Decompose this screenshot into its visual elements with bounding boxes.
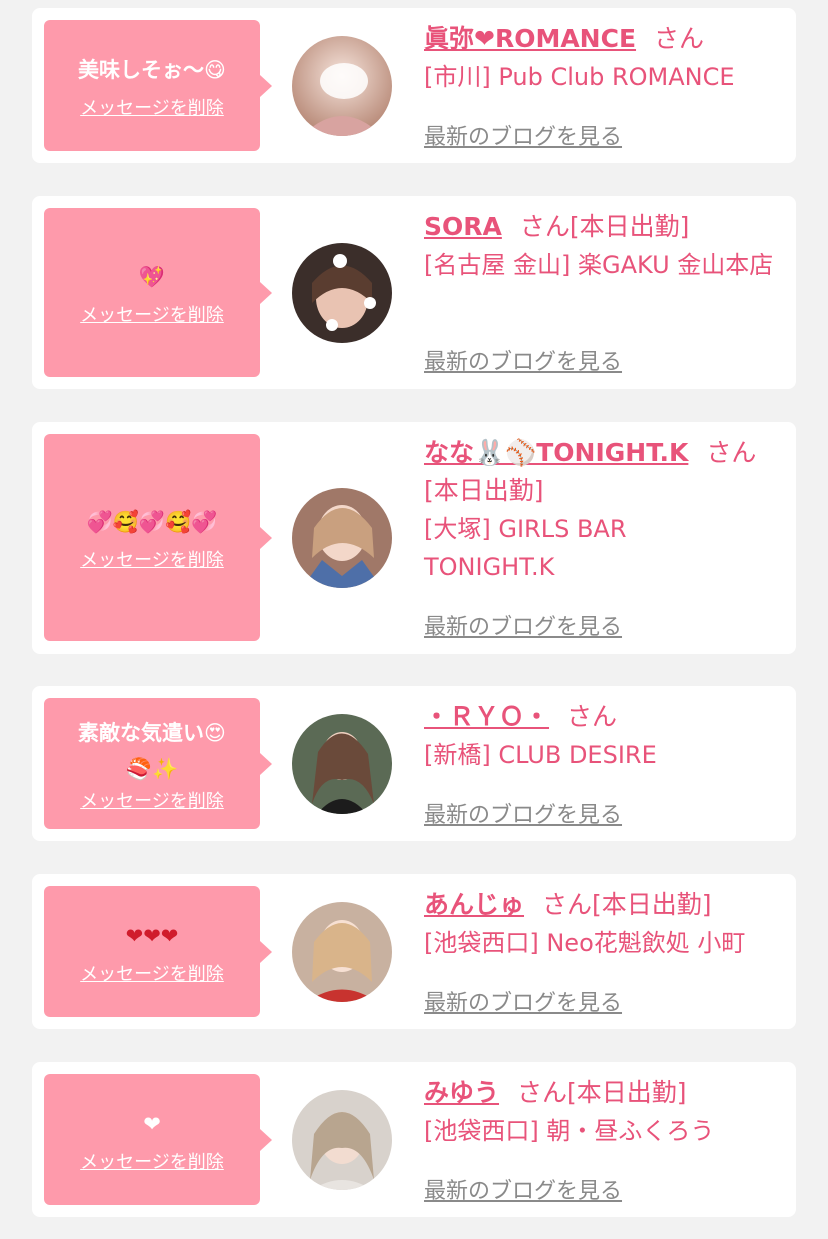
message-text: 素敵な気遣い😍 🍣✨: [78, 720, 226, 781]
shop-name: [新橋] CLUB DESIRE: [424, 741, 657, 769]
message-card: 美味しそぉ〜😋 メッセージを削除 眞弥❤ROMANCE さん [市川] Pub C…: [32, 8, 796, 163]
message-card: ❤ メッセージを削除 みゆう さん[本日出勤] [池袋西口] 朝・昼ふくろう 最新…: [32, 1062, 796, 1217]
latest-blog-link[interactable]: 最新のブログを見る: [424, 344, 622, 376]
message-text: ❤❤❤: [125, 923, 179, 948]
delete-message-link[interactable]: メッセージを削除: [80, 960, 224, 986]
message-bubble: 美味しそぉ〜😋 メッセージを削除: [44, 20, 272, 151]
user-name-link[interactable]: 眞弥❤ROMANCE: [424, 24, 636, 53]
message-list: 美味しそぉ〜😋 メッセージを削除 眞弥❤ROMANCE さん [市川] Pub C…: [0, 0, 828, 1239]
user-name-link[interactable]: ・ＲＹＯ・: [424, 702, 549, 731]
user-name-link[interactable]: なな🐰⚾TONIGHT.K: [424, 438, 688, 467]
shop-name: [市川] Pub Club ROMANCE: [424, 63, 735, 91]
message-text: 美味しそぉ〜😋: [78, 57, 226, 82]
delete-message-link[interactable]: メッセージを削除: [80, 301, 224, 327]
latest-blog-link[interactable]: 最新のブログを見る: [424, 797, 622, 829]
honorific: さん: [706, 438, 757, 467]
avatar[interactable]: [292, 488, 392, 588]
latest-blog-link[interactable]: 最新のブログを見る: [424, 985, 622, 1017]
avatar[interactable]: [292, 1090, 392, 1190]
delete-message-link[interactable]: メッセージを削除: [80, 1148, 224, 1174]
honorific: さん: [567, 702, 618, 731]
honorific: さん: [654, 24, 705, 53]
avatar[interactable]: [292, 243, 392, 343]
shop-name: [大塚] GIRLS BAR TONIGHT.K: [424, 515, 627, 581]
message-card: 💞🥰💞🥰💞 メッセージを削除 なな🐰⚾TONIGHT.K さん [本日出勤] [大塚…: [32, 422, 796, 654]
message-card: 💖 メッセージを削除 SORA さん[本日出勤] [名古屋 金山] 楽GAKU 金…: [32, 196, 796, 389]
user-name-link[interactable]: みゆう: [424, 1078, 499, 1107]
latest-blog-link[interactable]: 最新のブログを見る: [424, 609, 622, 641]
status-text: [本日出勤]: [424, 476, 544, 505]
message-bubble: 💞🥰💞🥰💞 メッセージを削除: [44, 434, 272, 641]
avatar[interactable]: [292, 714, 392, 814]
delete-message-link[interactable]: メッセージを削除: [80, 546, 224, 572]
delete-message-link[interactable]: メッセージを削除: [80, 787, 224, 813]
latest-blog-link[interactable]: 最新のブログを見る: [424, 119, 622, 151]
message-text: 💞🥰💞🥰💞: [86, 509, 218, 534]
honorific: さん: [542, 890, 593, 919]
user-name-link[interactable]: あんじゅ: [424, 890, 524, 919]
status-text: [本日出勤]: [569, 212, 690, 241]
message-text: ❤: [143, 1111, 161, 1136]
shop-name: [池袋西口] 朝・昼ふくろう: [424, 1117, 715, 1145]
message-bubble: 素敵な気遣い😍 🍣✨ メッセージを削除: [44, 698, 272, 829]
status-text: [本日出勤]: [592, 890, 712, 919]
status-text: [本日出勤]: [567, 1078, 687, 1107]
message-bubble: ❤ メッセージを削除: [44, 1074, 272, 1205]
message-card: ❤❤❤ メッセージを削除 あんじゅ さん[本日出勤] [池袋西口] Neo花魁飲処…: [32, 874, 796, 1029]
message-card: 素敵な気遣い😍 🍣✨ メッセージを削除 ・ＲＹＯ・ さん [新橋] CLUB DE…: [32, 686, 796, 841]
honorific: さん: [519, 212, 570, 241]
avatar[interactable]: [292, 902, 392, 1002]
message-bubble: ❤❤❤ メッセージを削除: [44, 886, 272, 1017]
shop-name: [池袋西口] Neo花魁飲処 小町: [424, 929, 746, 957]
user-name-link[interactable]: SORA: [424, 212, 502, 241]
avatar[interactable]: [292, 36, 392, 136]
honorific: さん: [517, 1078, 568, 1107]
delete-message-link[interactable]: メッセージを削除: [80, 94, 224, 120]
message-bubble: 💖 メッセージを削除: [44, 208, 272, 377]
shop-name: [名古屋 金山] 楽GAKU 金山本店: [424, 251, 774, 279]
message-text: 💖: [138, 264, 166, 289]
latest-blog-link[interactable]: 最新のブログを見る: [424, 1173, 622, 1205]
